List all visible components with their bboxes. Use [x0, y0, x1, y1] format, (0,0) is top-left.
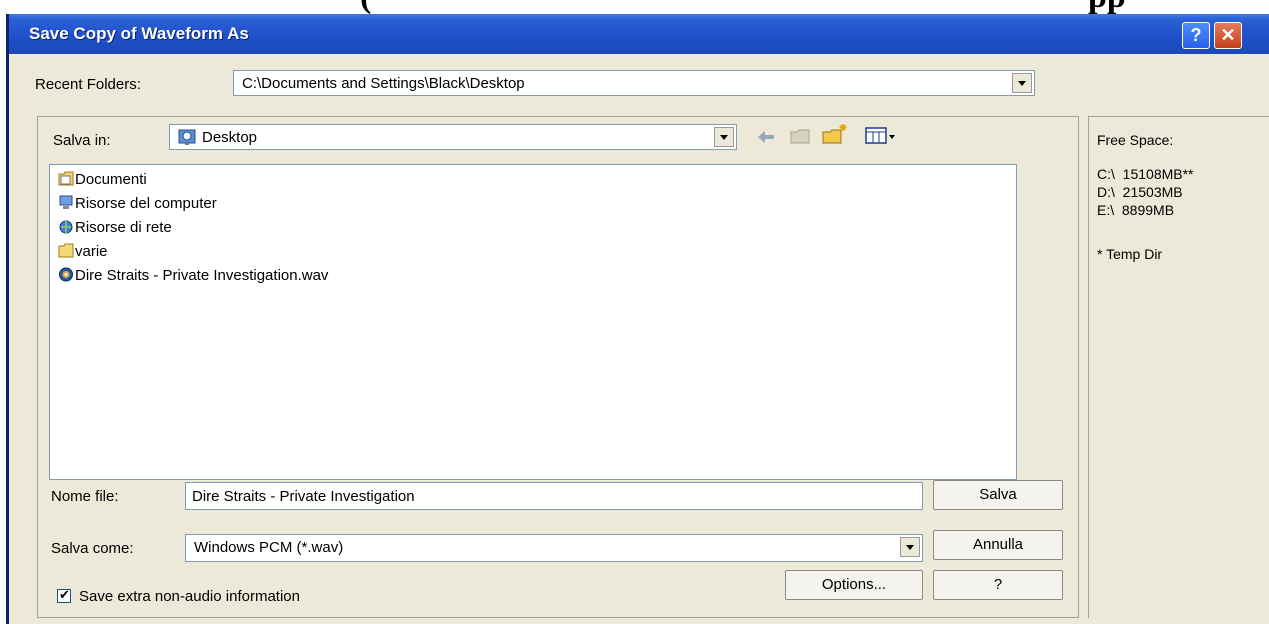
list-item[interactable]: varie [58, 243, 108, 265]
chevron-down-icon[interactable] [900, 537, 920, 557]
desktop-icon [178, 128, 196, 151]
chevron-down-icon[interactable] [1012, 73, 1032, 93]
free-space-title: Free Space: [1097, 132, 1174, 148]
help-title-button[interactable]: ? [1182, 22, 1210, 49]
save-in-label: Salva in: [53, 132, 111, 149]
list-item[interactable]: Documenti [58, 171, 147, 193]
drive-e-space: E:\ 8899MB [1097, 202, 1175, 218]
filetype-label: Salva come: [51, 540, 134, 557]
my-computer-icon [58, 195, 74, 210]
back-icon[interactable] [755, 128, 777, 151]
help-button[interactable]: ? [933, 570, 1063, 600]
save-in-value: Desktop [202, 129, 258, 146]
filetype-combo[interactable]: Windows PCM (*.wav) [185, 534, 923, 562]
close-button[interactable]: ✕ [1214, 22, 1242, 49]
temp-dir-note: * Temp Dir [1097, 246, 1163, 262]
extra-info-label: Save extra non-audio information [79, 588, 300, 605]
list-item[interactable]: Risorse del computer [58, 195, 217, 217]
folder-icon [58, 243, 74, 258]
extra-info-checkbox[interactable] [57, 587, 71, 603]
filetype-value: Windows PCM (*.wav) [194, 539, 344, 556]
title-bar[interactable]: Save Copy of Waveform As ? ✕ [9, 14, 1269, 54]
up-folder-icon[interactable] [789, 126, 811, 151]
documents-folder-icon [58, 171, 74, 186]
save-in-combo[interactable]: Desktop [169, 124, 737, 150]
filename-label: Nome file: [51, 488, 119, 505]
save-dialog: Save Copy of Waveform As ? ✕ Recent Fold… [6, 14, 1269, 624]
window-title: Save Copy of Waveform As [29, 24, 249, 43]
drive-c-space: C:\ 15108MB** [1097, 166, 1194, 182]
cancel-button[interactable]: Annulla [933, 530, 1063, 560]
wav-file-icon [58, 267, 74, 282]
network-places-icon [58, 219, 74, 234]
view-menu-icon[interactable] [865, 126, 897, 151]
filename-input[interactable]: Dire Straits - Private Investigation [185, 482, 923, 510]
file-list[interactable]: Documenti Risorse del computer Risorse d… [49, 164, 1017, 480]
recent-folders-label: Recent Folders: [35, 76, 141, 93]
filename-value: Dire Straits - Private Investigation [192, 488, 415, 505]
recent-folders-combo[interactable]: C:\Documents and Settings\Black\Desktop [233, 70, 1035, 96]
options-button[interactable]: Options... [785, 570, 923, 600]
chevron-down-icon[interactable] [714, 127, 734, 147]
list-item[interactable]: Risorse di rete [58, 219, 172, 241]
drive-d-space: D:\ 21503MB [1097, 184, 1183, 200]
recent-folders-value: C:\Documents and Settings\Black\Desktop [242, 75, 525, 92]
save-button[interactable]: Salva [933, 480, 1063, 510]
list-item[interactable]: Dire Straits - Private Investigation.wav [58, 267, 328, 289]
new-folder-icon[interactable] [821, 122, 849, 151]
